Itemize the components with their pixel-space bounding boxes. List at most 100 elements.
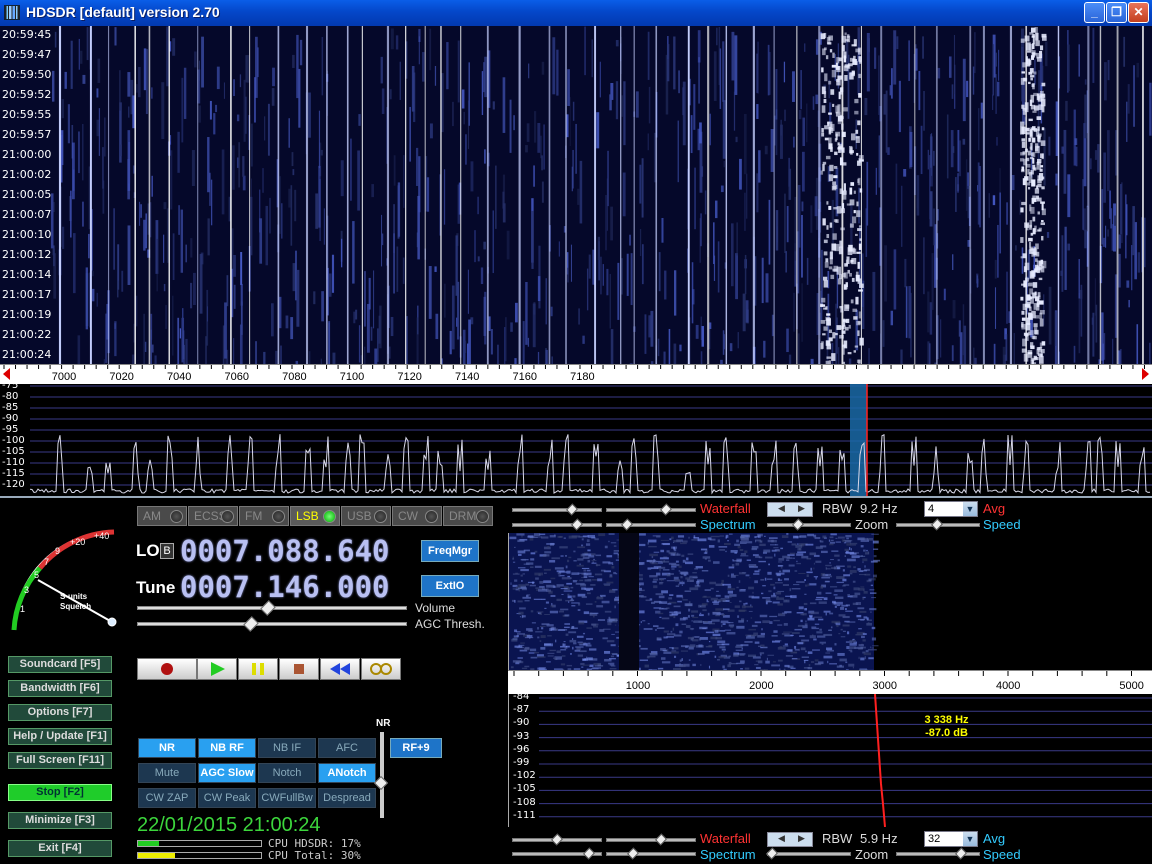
avg-combo[interactable]: 4 ▼: [924, 501, 978, 517]
function-button-1[interactable]: Bandwidth [F6]: [8, 680, 112, 697]
nr-level-slider[interactable]: [373, 732, 389, 818]
af-avg-combo[interactable]: 32 ▼: [924, 831, 978, 847]
rf-spectrum[interactable]: -75 -80 -85 -90 -95 -100 -105 -110 -115 -120: [0, 384, 1152, 496]
af-db-label: -93: [513, 730, 530, 742]
function-button-0[interactable]: Soundcard [F5]: [8, 656, 112, 673]
rf-waterfall[interactable]: 20:59:45 20:59:47 20:59:50 20:59:52 20:59:55…: [0, 26, 1152, 364]
af-db-label: -87: [513, 704, 530, 716]
dsp-button-cwfullbw[interactable]: CWFullBw: [258, 788, 316, 808]
dsp-button-cw-zap[interactable]: CW ZAP: [138, 788, 196, 808]
af-spectrum-label: Spectrum: [700, 847, 756, 862]
extio-button[interactable]: ExtIO: [421, 575, 479, 597]
rbw-label: RBW: [822, 501, 853, 516]
af-spectrum[interactable]: 3 338 Hz -87.0 dB -84 -87 -90 -93 -96 -99 -102…: [508, 694, 1152, 827]
s-meter[interactable]: [0, 512, 130, 652]
dsp-button-notch[interactable]: Notch: [258, 763, 316, 783]
af-speed-slider[interactable]: [896, 847, 980, 860]
minimize-window-button[interactable]: _: [1084, 2, 1105, 23]
waterfall-timestamp: 21:00:14: [2, 268, 52, 281]
frequency-tick-label: 7060: [224, 371, 250, 383]
af-waterfall[interactable]: [508, 533, 1152, 670]
loop-button[interactable]: [361, 658, 401, 680]
dsp-button-nb-if[interactable]: NB IF: [258, 738, 316, 758]
close-window-button[interactable]: ✕: [1128, 2, 1149, 23]
zoom-slider[interactable]: [767, 518, 851, 531]
function-button-5[interactable]: Stop [F2]: [8, 784, 112, 801]
spectrum-db-label: -115: [2, 468, 25, 479]
speed-slider[interactable]: [896, 518, 980, 531]
pause-button[interactable]: [238, 658, 278, 680]
rf-frequency-axis[interactable]: 7000 7020 7040 7060 7080 7100 7120 7140 7160 7180: [0, 364, 1152, 384]
volume-slider[interactable]: [137, 600, 407, 616]
lo-b-badge[interactable]: B: [160, 543, 174, 559]
rf-waterfall-slider-2[interactable]: [606, 503, 696, 516]
maximize-window-button[interactable]: ❐: [1106, 2, 1127, 23]
af-spectrum-slider-1[interactable]: [512, 847, 602, 860]
scroll-left-arrow-icon[interactable]: [3, 368, 10, 380]
af-waterfall-slider-2[interactable]: [606, 833, 696, 846]
af-rbw-spin[interactable]: ◀ ▶: [767, 832, 813, 847]
tune-label: Tune: [136, 578, 176, 597]
dsp-button-nr[interactable]: NR: [138, 738, 196, 758]
rf-gain-button[interactable]: RF+9: [390, 738, 442, 758]
af-waterfall-slider-1[interactable]: [512, 833, 602, 846]
record-button[interactable]: [137, 658, 197, 680]
af-frequency-axis[interactable]: 1000 2000 3000 4000 5000: [508, 670, 1152, 694]
af-db-label: -111: [513, 809, 536, 821]
rf-spectrum-slider-2[interactable]: [606, 518, 696, 531]
mode-button-drm[interactable]: DRM: [443, 506, 493, 526]
speed-label: Speed: [983, 517, 1021, 532]
dsp-button-cw-peak[interactable]: CW Peak: [198, 788, 256, 808]
mode-led-icon: [170, 510, 183, 523]
mode-button-am[interactable]: AM: [137, 506, 187, 526]
af-frequency-tick-label: 1000: [625, 680, 651, 692]
function-button-4[interactable]: Full Screen [F11]: [8, 752, 112, 769]
af-zoom-slider[interactable]: [765, 847, 851, 860]
mode-button-ecss[interactable]: ECSS: [188, 506, 238, 526]
mode-button-fm[interactable]: FM: [239, 506, 289, 526]
rf-waterfall-slider-1[interactable]: [512, 503, 602, 516]
rf-waterfall-canvas[interactable]: [0, 26, 1152, 364]
smeter-scale-3: 3: [24, 585, 30, 595]
waterfall-timestamp: 21:00:05: [2, 188, 52, 201]
function-button-6[interactable]: Minimize [F3]: [8, 812, 112, 829]
dsp-button-agc-slow[interactable]: AGC Slow: [198, 763, 256, 783]
tune-frequency-display[interactable]: 0007.146.000: [180, 570, 390, 604]
rf-spectrum-canvas[interactable]: [0, 384, 1152, 496]
frequency-tick-label: 7140: [454, 371, 480, 383]
rf-spectrum-slider-1[interactable]: [512, 518, 602, 531]
stop-playback-button[interactable]: [279, 658, 319, 680]
mode-button-usb[interactable]: USB: [341, 506, 391, 526]
lo-frequency-display[interactable]: 0007.088.640: [180, 534, 390, 568]
mode-button-cw[interactable]: CW: [392, 506, 442, 526]
play-button[interactable]: [197, 658, 237, 680]
mode-button-lsb[interactable]: LSB: [290, 506, 340, 526]
spectrum-db-label: -110: [2, 457, 25, 468]
spectrum-db-label: -85: [2, 402, 19, 413]
af-frequency-tick-label: 3000: [872, 680, 898, 692]
dsp-button-nb-rf[interactable]: NB RF: [198, 738, 256, 758]
scroll-right-arrow-icon[interactable]: [1142, 368, 1149, 380]
rewind-button[interactable]: [320, 658, 360, 680]
mode-label: DRM: [449, 509, 477, 523]
mode-led-icon: [323, 510, 336, 523]
function-button-2[interactable]: Options [F7]: [8, 704, 112, 721]
spectrum-db-label: -105: [2, 446, 25, 457]
dsp-button-despread[interactable]: Despread: [318, 788, 376, 808]
agc-threshold-slider[interactable]: [137, 616, 407, 632]
af-spectrum-slider-2[interactable]: [606, 847, 696, 860]
dsp-button-anotch[interactable]: ANotch: [318, 763, 376, 783]
dsp-button-mute[interactable]: Mute: [138, 763, 196, 783]
lo-label: LO: [136, 541, 160, 560]
freqmgr-button[interactable]: FreqMgr: [421, 540, 479, 562]
af-spectrum-canvas[interactable]: [509, 694, 1152, 827]
waterfall-timestamp: 21:00:10: [2, 228, 52, 241]
dsp-button-afc[interactable]: AFC: [318, 738, 376, 758]
function-button-3[interactable]: Help / Update [F1]: [8, 728, 112, 745]
function-button-7[interactable]: Exit [F4]: [8, 840, 112, 857]
af-waterfall-canvas[interactable]: [509, 533, 1152, 670]
zoom-label: Zoom: [855, 517, 889, 532]
af-frequency-tick-label: 5000: [1119, 680, 1144, 692]
af-avg-label: Avg: [983, 831, 1006, 846]
rbw-spin[interactable]: ◀ ▶: [767, 502, 813, 517]
